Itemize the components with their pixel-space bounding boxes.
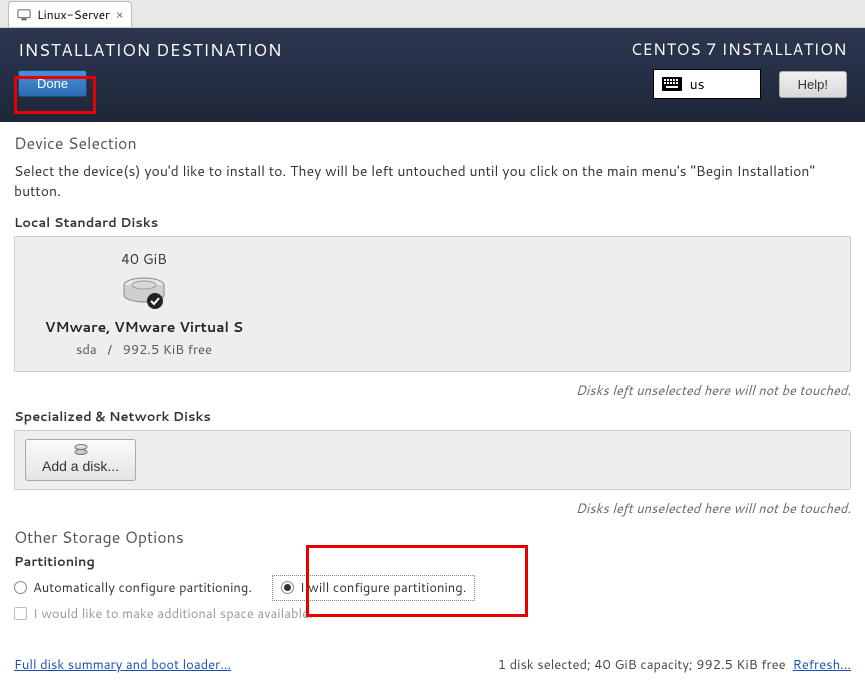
done-button[interactable]: Done [18,70,87,97]
keyboard-layout-value: us [690,74,705,94]
device-selection-heading: Device Selection [14,132,851,155]
network-disks-heading: Specialized & Network Disks [14,408,851,426]
checkbox-additional-space: I would like to make additional space av… [14,605,851,623]
radio-auto-label: Automatically configure partitioning. [33,579,252,597]
local-disks-note: Disks left unselected here will not be t… [14,382,851,400]
local-disks-heading: Local Standard Disks [14,214,851,232]
network-disks-note: Disks left unselected here will not be t… [14,500,851,518]
checkbox-icon [14,607,27,620]
tab-bar: Linux-Server × [0,0,865,28]
radio-icon [281,581,294,594]
radio-auto-partition[interactable]: Automatically configure partitioning. [14,579,252,597]
disk-stack-icon [74,444,88,456]
refresh-link[interactable]: Refresh... [793,656,851,674]
radio-manual-label: I will configure partitioning. [300,579,466,597]
close-icon[interactable]: × [116,6,124,23]
device-selection-intro: Select the device(s) you'd like to insta… [14,161,851,202]
disk-name: VMware, VMware Virtual S [29,317,259,337]
page-title: INSTALLATION DESTINATION [18,38,282,62]
hard-disk-icon [121,275,167,311]
network-disks-panel: Add a disk... [14,430,851,490]
radio-icon [14,581,27,594]
disk-size: 40 GiB [29,249,259,269]
monitor-icon [17,8,31,22]
main-content: Device Selection Select the device(s) yo… [0,122,865,623]
disk-summary-link[interactable]: Full disk summary and boot loader... [14,656,231,674]
help-button[interactable]: Help! [779,71,847,98]
keyboard-layout-selector[interactable]: us [653,69,761,99]
keyboard-icon [662,77,682,91]
installer-header: INSTALLATION DESTINATION Done CENTOS 7 I… [0,28,865,122]
partitioning-row: Automatically configure partitioning. I … [14,575,851,601]
add-disk-label: Add a disk... [42,458,119,474]
disk-subinfo: sda / 992.5 KiB free [29,341,259,359]
tab-label: Linux-Server [37,6,110,23]
local-disks-panel: 40 GiB VMware, VMware Virtual S sda / 99… [14,236,851,372]
storage-options-heading: Other Storage Options [14,526,851,549]
radio-manual-partition[interactable]: I will configure partitioning. [272,575,475,601]
disk-item[interactable]: 40 GiB VMware, VMware Virtual S sda / 99… [29,249,259,359]
distro-label: CENTOS 7 INSTALLATION [631,38,847,61]
vm-tab[interactable]: Linux-Server × [8,1,132,27]
partitioning-heading: Partitioning [14,553,851,571]
footer-status: 1 disk selected; 40 GiB capacity; 992.5 … [498,656,851,674]
footer-bar: Full disk summary and boot loader... 1 d… [14,656,851,674]
add-disk-button[interactable]: Add a disk... [25,439,136,481]
checkbox-additional-space-label: I would like to make additional space av… [33,605,313,623]
